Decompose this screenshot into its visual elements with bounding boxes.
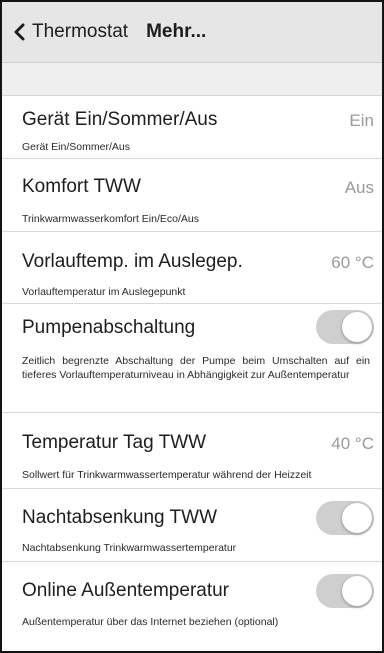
settings-list: Gerät Ein/Sommer/Aus Ein Gerät Ein/Somme… — [2, 96, 382, 642]
setting-description: Trinkwarmwasserkomfort Ein/Eco/Aus — [22, 213, 199, 225]
setting-description: Sollwert für Trinkwarmwassertemperatur w… — [22, 469, 312, 481]
setting-row-night-setback-tww: Nachtabsenkung TWW Nachtabsenkung Trinkw… — [2, 489, 382, 562]
setting-title: Gerät Ein/Sommer/Aus — [22, 109, 218, 130]
setting-description: Zeitlich begrenzte Abschaltung der Pumpe… — [22, 355, 370, 381]
setting-title: Komfort TWW — [22, 176, 141, 197]
setting-row-online-outdoor-temperature: Online Außentemperatur Außentemperatur ü… — [2, 562, 382, 642]
page-title: Mehr... — [146, 21, 207, 42]
toggle-knob — [342, 503, 372, 533]
toggle-knob — [342, 312, 372, 342]
setting-row-day-temperature-tww[interactable]: Temperatur Tag TWW 40 °C Sollwert für Tr… — [2, 413, 382, 489]
back-button[interactable]: Thermostat — [12, 12, 128, 52]
setting-value: 60 °C — [331, 253, 374, 272]
setting-description: Außentemperatur über das Internet bezieh… — [22, 616, 279, 628]
setting-description: Vorlauftemperatur im Auslegepunkt — [22, 286, 186, 298]
back-button-label: Thermostat — [32, 21, 129, 42]
setting-row-comfort-tww[interactable]: Komfort TWW Aus Trinkwarmwasserkomfort E… — [2, 159, 382, 232]
setting-title: Pumpenabschaltung — [22, 317, 196, 338]
setting-value: Ein — [349, 111, 374, 130]
setting-row-pump-shutdown: Pumpenabschaltung Zeitlich begrenzte Abs… — [2, 304, 382, 413]
setting-title: Nachtabsenkung TWW — [22, 507, 218, 528]
night-setback-toggle[interactable] — [316, 501, 374, 535]
section-header-spacer — [2, 63, 382, 96]
app-screen: Thermostat Mehr... Gerät Ein/Sommer/Aus … — [0, 0, 384, 653]
setting-title: Online Außentemperatur — [22, 580, 230, 601]
setting-row-device-mode[interactable]: Gerät Ein/Sommer/Aus Ein Gerät Ein/Somme… — [2, 96, 382, 159]
setting-description: Gerät Ein/Sommer/Aus — [22, 141, 130, 153]
setting-value: 40 °C — [331, 434, 374, 453]
setting-title: Vorlauftemp. im Auslegep. — [22, 251, 243, 272]
pump-shutdown-toggle[interactable] — [316, 310, 374, 344]
setting-description: Nachtabsenkung Trinkwarmwassertemperatur — [22, 542, 237, 554]
chevron-left-icon — [14, 23, 25, 41]
setting-row-flow-temperature[interactable]: Vorlauftemp. im Auslegep. 60 °C Vorlauft… — [2, 232, 382, 304]
setting-title: Temperatur Tag TWW — [22, 432, 207, 453]
navigation-bar: Thermostat Mehr... — [2, 2, 382, 63]
toggle-knob — [342, 576, 372, 606]
setting-value: Aus — [344, 178, 374, 197]
online-outdoor-temperature-toggle[interactable] — [316, 574, 374, 608]
